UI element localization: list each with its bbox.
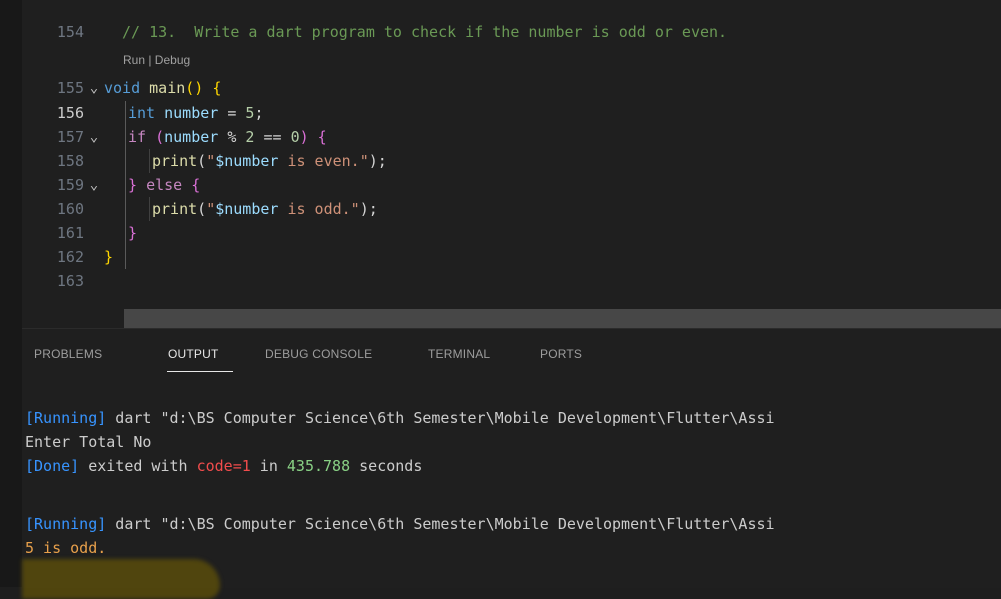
tab-ports[interactable]: PORTS: [540, 347, 582, 361]
code-line-154[interactable]: 154 // 13. Write a dart program to check…: [22, 20, 1001, 44]
line-number: 159: [56, 176, 84, 194]
code-line-159[interactable]: 159 ⌄ } else {: [22, 173, 1001, 197]
chevron-down-icon[interactable]: ⌄: [84, 177, 104, 193]
code-editor[interactable]: 154 // 13. Write a dart program to check…: [22, 0, 1001, 328]
code-text: print("$number is even.");: [152, 152, 387, 170]
active-tab-indicator: [167, 371, 233, 372]
code-text: int number = 5;: [128, 104, 264, 122]
code-line-156[interactable]: 156 int number = 5;: [22, 101, 1001, 125]
run-debug-codelens[interactable]: Run | Debug: [123, 53, 190, 67]
indent-guide: [149, 197, 150, 221]
bottom-panel: PROBLEMS OUTPUT DEBUG CONSOLE TERMINAL P…: [22, 328, 1001, 599]
code-text: }: [128, 224, 138, 242]
line-number: 156: [56, 104, 84, 122]
horizontal-scrollbar[interactable]: [124, 309, 1001, 328]
chevron-down-icon[interactable]: ⌄: [84, 80, 104, 96]
highlight-mark: [22, 559, 220, 599]
code-line-155[interactable]: 155 ⌄ void main() {: [22, 76, 1001, 100]
line-number: 163: [56, 272, 84, 290]
code-text: } else {: [128, 176, 201, 194]
comment-text: // 13. Write a dart program to check if …: [122, 23, 728, 41]
tab-output[interactable]: OUTPUT: [168, 347, 219, 361]
line-number: 160: [56, 200, 84, 218]
code-text: void main() {: [104, 79, 222, 97]
line-number: 162: [56, 248, 84, 266]
tab-problems[interactable]: PROBLEMS: [34, 347, 102, 361]
code-line-158[interactable]: 158 print("$number is even.");: [22, 149, 1001, 173]
indent-guide: [125, 101, 126, 269]
output-line: [Running] dart "d:\BS Computer Science\6…: [25, 515, 775, 533]
code-line-157[interactable]: 157 ⌄ if (number % 2 == 0) {: [22, 125, 1001, 149]
line-number: 155: [56, 79, 84, 97]
indent-guide: [149, 149, 150, 173]
activity-strip: [0, 0, 22, 587]
tab-terminal[interactable]: TERMINAL: [428, 347, 490, 361]
output-line: [Running] dart "d:\BS Computer Science\6…: [25, 409, 775, 427]
line-number: 157: [56, 128, 84, 146]
code-line-163[interactable]: 163: [22, 269, 1001, 293]
line-number: 154: [56, 23, 84, 41]
output-line: Enter Total No: [25, 433, 152, 451]
output-line: [Done] exited with code=1 in 435.788 sec…: [25, 457, 423, 475]
code-text: if (number % 2 == 0) {: [128, 128, 327, 146]
code-line-161[interactable]: 161 }: [22, 221, 1001, 245]
code-line-162[interactable]: 162 }: [22, 245, 1001, 269]
line-number: 161: [56, 224, 84, 242]
output-line: 5 is odd.: [25, 539, 107, 557]
panel-tabs: PROBLEMS OUTPUT DEBUG CONSOLE TERMINAL P…: [22, 329, 1001, 379]
code-line-160[interactable]: 160 print("$number is odd.");: [22, 197, 1001, 221]
chevron-down-icon[interactable]: ⌄: [84, 129, 104, 145]
code-text: }: [104, 248, 114, 266]
code-text: print("$number is odd.");: [152, 200, 378, 218]
tab-debug-console[interactable]: DEBUG CONSOLE: [265, 347, 372, 361]
line-number: 158: [56, 152, 84, 170]
